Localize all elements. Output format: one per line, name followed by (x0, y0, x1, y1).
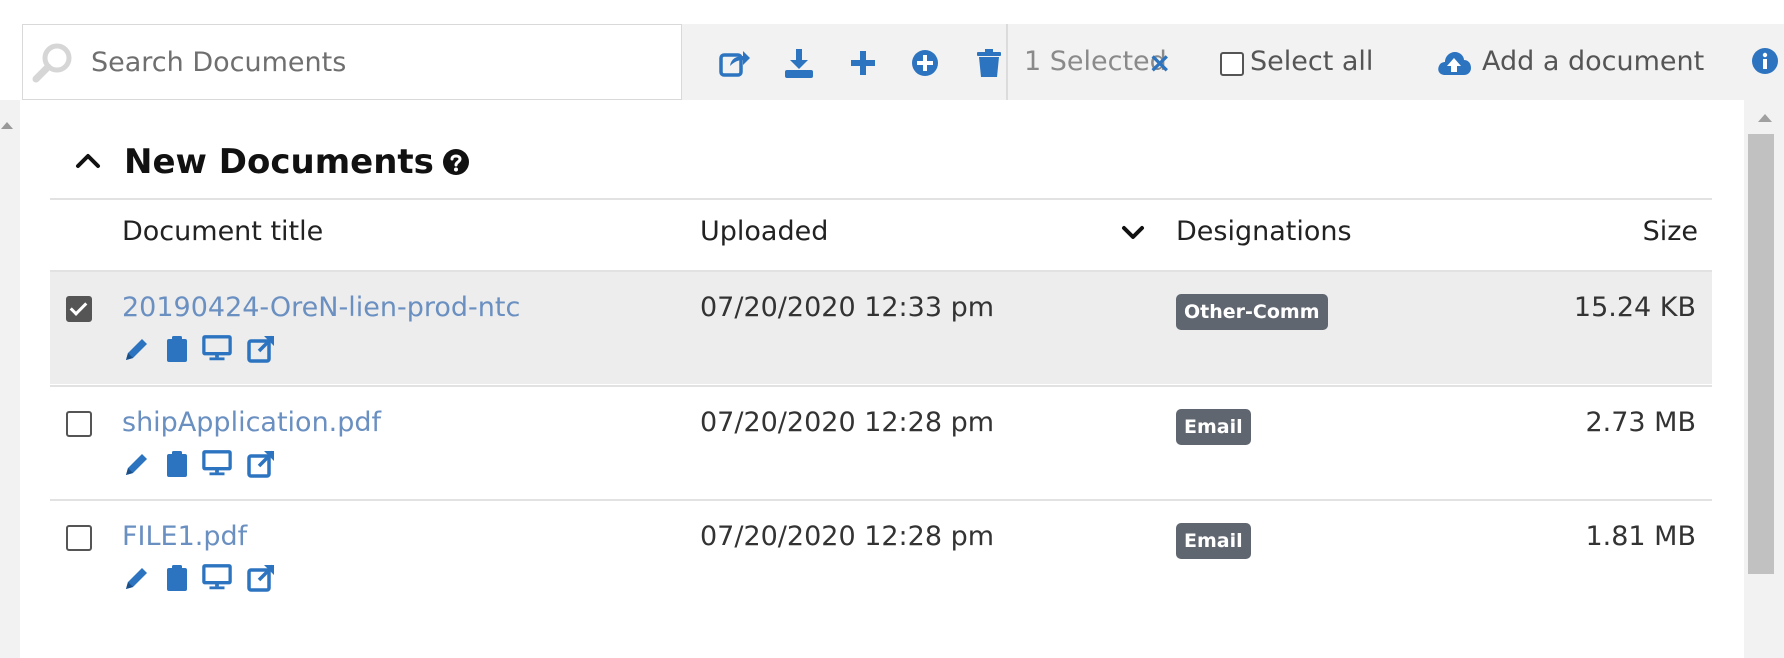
column-header-size[interactable]: Size (1643, 216, 1698, 247)
toolbar: Search Documents 1 Selected × Select all… (22, 24, 1784, 100)
clear-selection-icon[interactable]: × (1148, 46, 1171, 79)
scroll-up-icon[interactable] (1758, 114, 1772, 122)
clipboard-icon[interactable] (162, 334, 192, 364)
monitor-icon[interactable] (202, 563, 232, 593)
plus-icon[interactable] (846, 46, 880, 80)
search-icon (31, 41, 75, 89)
clipboard-icon[interactable] (162, 563, 192, 593)
document-title-link[interactable]: shipApplication.pdf (122, 407, 381, 438)
external-link-icon[interactable] (246, 563, 276, 593)
cloud-upload-icon[interactable] (1436, 48, 1472, 82)
clipboard-icon[interactable] (162, 449, 192, 479)
download-icon[interactable] (782, 46, 816, 80)
help-icon[interactable] (442, 148, 470, 180)
file-size: 15.24 KB (1573, 292, 1696, 323)
action-button-group (682, 24, 1008, 100)
share-icon[interactable] (718, 46, 752, 80)
external-link-icon[interactable] (246, 334, 276, 364)
selection-bar: 1 Selected × Select all Add a document (1008, 24, 1784, 100)
search-box[interactable]: Search Documents (22, 24, 682, 100)
vertical-scrollbar[interactable] (1744, 100, 1784, 658)
pencil-icon[interactable] (122, 563, 152, 593)
document-title-link[interactable]: 20190424-OreN-lien-prod-ntc (122, 292, 520, 323)
row-checkbox[interactable] (66, 411, 92, 437)
search-input[interactable]: Search Documents (91, 47, 346, 78)
selected-count: 1 Selected (1024, 46, 1167, 77)
document-title-link[interactable]: FILE1.pdf (122, 521, 247, 552)
uploaded-date: 07/20/2020 12:28 pm (700, 521, 995, 552)
add-circle-icon[interactable] (908, 46, 942, 80)
external-link-icon[interactable] (246, 449, 276, 479)
trash-icon[interactable] (972, 46, 1006, 80)
designation-badge: Other-Comm (1176, 294, 1328, 330)
uploaded-date: 07/20/2020 12:28 pm (700, 407, 995, 438)
table-row[interactable]: FILE1.pdf 07/20/2020 12:28 pm Email 1.81… (50, 501, 1712, 613)
pencil-icon[interactable] (122, 449, 152, 479)
row-checkbox[interactable] (66, 296, 92, 322)
add-document-button[interactable]: Add a document (1482, 46, 1704, 77)
chevron-down-icon[interactable] (1120, 224, 1146, 246)
monitor-icon[interactable] (202, 334, 232, 364)
column-header-title[interactable]: Document title (122, 216, 323, 247)
info-icon[interactable] (1750, 46, 1780, 80)
divider (50, 198, 1712, 200)
designation-badge: Email (1176, 409, 1251, 445)
file-size: 1.81 MB (1585, 521, 1696, 552)
left-scroll-strip (0, 100, 20, 658)
uploaded-date: 07/20/2020 12:33 pm (700, 292, 995, 323)
section-title: New Documents (124, 142, 434, 182)
file-size: 2.73 MB (1585, 407, 1696, 438)
column-header-uploaded[interactable]: Uploaded (700, 216, 828, 247)
column-header-designations[interactable]: Designations (1176, 216, 1352, 247)
pencil-icon[interactable] (122, 334, 152, 364)
select-all-checkbox[interactable] (1220, 52, 1244, 76)
designation-badge: Email (1176, 523, 1251, 559)
monitor-icon[interactable] (202, 449, 232, 479)
table-row[interactable]: shipApplication.pdf 07/20/2020 12:28 pm … (50, 387, 1712, 499)
table-row[interactable]: 20190424-OreN-lien-prod-ntc 07/20/2020 1… (50, 272, 1712, 384)
scrollbar-thumb[interactable] (1748, 134, 1774, 574)
row-checkbox[interactable] (66, 525, 92, 551)
scroll-up-arrow-icon[interactable] (1, 122, 13, 129)
select-all-label[interactable]: Select all (1250, 46, 1373, 77)
chevron-up-icon[interactable] (74, 150, 102, 174)
